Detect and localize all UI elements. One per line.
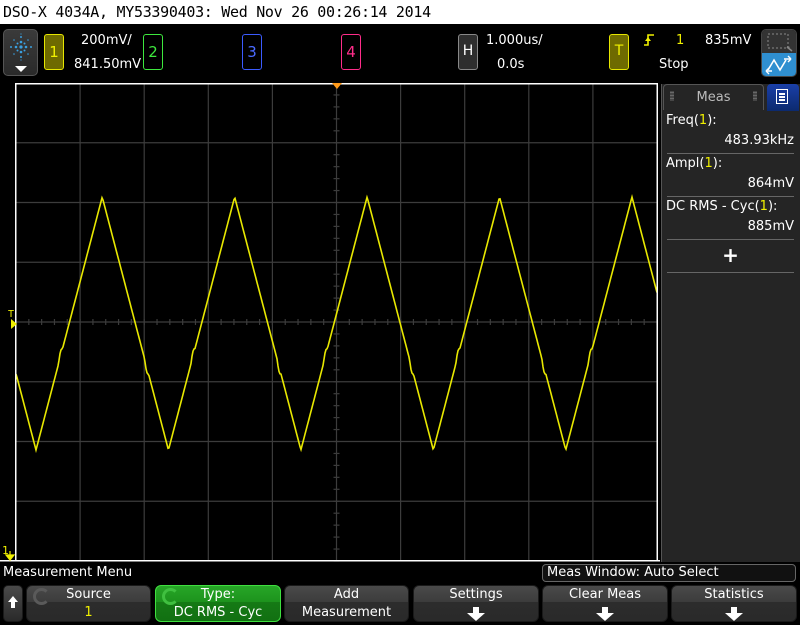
rising-edge-icon [644,34,654,46]
add-measurement-plus-icon[interactable]: + [661,240,800,270]
graticule: T 1 [0,83,660,562]
measurement-item[interactable]: Ampl(1): 864mV [661,154,800,197]
menu-back-button[interactable] [3,585,23,622]
softkey-label-line2: Measurement [301,605,392,620]
graticule-left-border [15,83,17,561]
trigger-position-marker-icon [332,83,342,89]
clear-meas-softkey[interactable]: Clear Meas [542,585,668,622]
source-softkey[interactable]: Source 1 [26,585,151,622]
list-tab[interactable] [767,84,799,111]
meas-tab-label: Meas [696,90,731,105]
horizontal-button[interactable]: H [458,34,478,70]
submenu-down-arrow-icon [596,607,614,621]
touch-mode-toggle[interactable] [761,29,797,77]
softkey-label: Source [66,587,111,602]
dropdown-arrow-icon [15,66,27,72]
softkey-label: Add [333,587,360,602]
zoom-box-mode[interactable] [762,30,796,53]
softkey-label: Clear Meas [568,587,642,602]
measurement-value: 864mV [747,176,794,191]
trigger-button[interactable]: T [609,34,629,70]
submenu-down-arrow-icon [467,607,485,621]
run-status: Stop [659,57,689,72]
add-measurement-softkey[interactable]: Add Measurement [284,585,409,622]
channel-3-button[interactable]: 3 [242,34,262,70]
softkey-value: 1 [84,605,93,620]
softkey-label: Type: [200,587,236,602]
submenu-down-arrow-icon [725,607,743,621]
measurement-item[interactable]: Freq(1): 483.93kHz [661,111,800,154]
drag-grip-icon[interactable] [670,91,674,101]
graticule-right-border [656,83,658,561]
measurement-list: Freq(1): 483.93kHz Ampl(1): 864mV DC RMS… [661,111,800,273]
meas-window-status: Meas Window: Auto Select [542,564,796,582]
channel-2-button[interactable]: 2 [143,34,163,70]
up-arrow-icon [8,596,18,608]
top-status-bar: 1 200mV/ 841.50mV 2 3 4 H 1.000us/ 0.0s … [0,24,800,83]
menu-title: Measurement Menu [3,565,133,580]
settings-softkey[interactable]: Settings [413,585,539,622]
measurement-label: Freq(1): [666,113,717,128]
measurement-value: 885mV [747,219,794,234]
waveform-display[interactable]: T 1 [0,83,660,563]
meas-tab[interactable]: Meas [663,84,764,110]
title-bar: DSO-X 4034A, MY53390403: Wed Nov 26 00:2… [0,0,800,24]
delay-value[interactable]: 0.0s [497,57,524,72]
waveform-arrows-icon [765,55,792,75]
main-menu-button[interactable] [3,29,38,76]
measurement-label: DC RMS - Cyc(1): [666,199,778,214]
measurement-item[interactable]: DC RMS - Cyc(1): 885mV [661,197,800,240]
trigger-level-marker-label: T [8,309,14,320]
drag-grip-icon[interactable] [753,91,757,101]
measurement-value: 483.93kHz [724,133,794,148]
trigger-source[interactable]: 1 [676,33,684,48]
timebase-value[interactable]: 1.000us/ [486,33,543,48]
channel-4-button[interactable]: 4 [341,34,361,70]
list-icon [776,89,788,104]
graticule-bottom-border [0,560,660,562]
measurement-label: Ampl(1): [666,156,723,171]
statistics-softkey[interactable]: Statistics [671,585,797,622]
channel-1-offset[interactable]: 841.50mV [74,57,141,72]
agilent-logo-icon [10,33,32,61]
grid-lines [15,83,658,562]
channel-1-scale[interactable]: 200mV/ [81,33,132,48]
zoom-box-icon [767,33,793,52]
softkey-label: Statistics [704,587,764,602]
divider [667,272,794,273]
type-softkey[interactable]: Type: DC RMS - Cyc [155,585,281,622]
softkey-value: DC RMS - Cyc [173,605,263,620]
softkey-label: Settings [449,587,503,602]
waveform-mode[interactable] [762,53,796,76]
trigger-level[interactable]: 835mV [705,33,751,48]
channel-1-button[interactable]: 1 [44,34,64,70]
